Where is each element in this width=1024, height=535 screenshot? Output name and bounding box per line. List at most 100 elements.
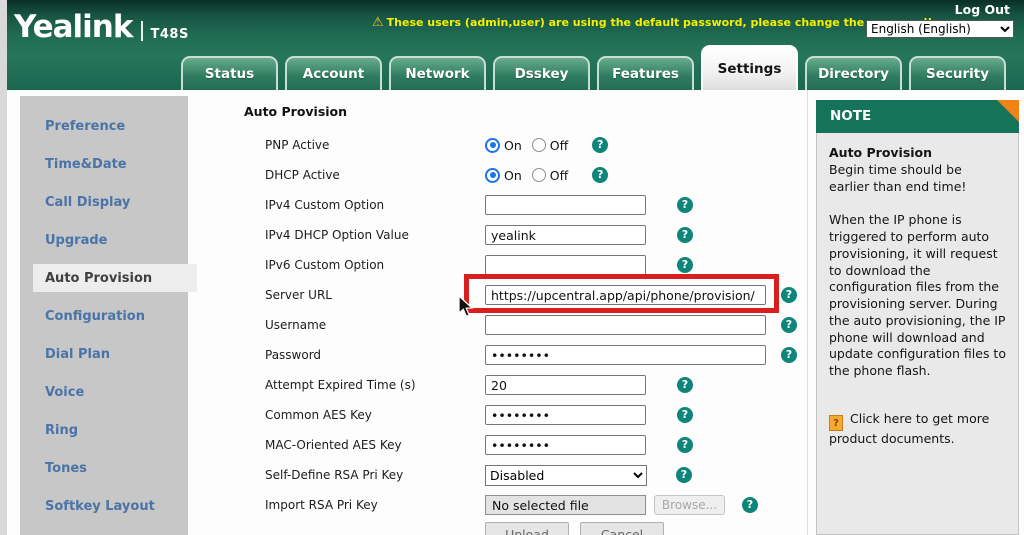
tab-settings[interactable]: Settings: [701, 45, 798, 90]
form-row-ipv6-custom-option: IPv6 Custom Option ?: [188, 250, 816, 280]
tab-dsskey[interactable]: Dsskey: [493, 56, 590, 90]
tab-security[interactable]: Security: [909, 56, 1006, 90]
document-help-icon[interactable]: ?: [829, 414, 843, 431]
dhcp-active-off-radio[interactable]: Off: [531, 168, 578, 183]
ipv4-custom-option-input[interactable]: [485, 195, 646, 215]
help-icon[interactable]: ?: [781, 287, 797, 303]
content-note-divider: [807, 90, 808, 535]
username-input[interactable]: [485, 315, 766, 335]
page-left-margin: [0, 0, 7, 535]
note-paragraph: When the IP phone is triggered to perfor…: [829, 212, 1006, 378]
field-label: Common AES Key: [265, 408, 372, 422]
sidebar-item-preference[interactable]: Preference: [20, 107, 188, 145]
form-row-self-define-rsa-pri-key: Self-Define RSA Pri Key Disabled ?: [188, 460, 816, 490]
logo: Yealink T48S: [14, 12, 189, 43]
common-aes-key-input[interactable]: [485, 405, 646, 425]
help-icon[interactable]: ?: [677, 407, 693, 423]
warning-text: These users (admin,user) are using the d…: [386, 16, 933, 29]
radio-selected-icon: [485, 137, 500, 153]
tab-account[interactable]: Account: [285, 56, 382, 90]
radio-selected-icon: [485, 167, 500, 183]
sidebar-item-time-date[interactable]: Time&Date: [20, 145, 188, 183]
language-select[interactable]: English (English): [866, 20, 1014, 38]
radio-label: Off: [549, 137, 569, 153]
radio-icon: [531, 168, 546, 182]
cancel-button[interactable]: Cancel: [580, 522, 664, 535]
field-label: Attempt Expired Time (s): [265, 378, 416, 392]
form-row-dhcp-active: DHCP Active On Off ?: [188, 160, 816, 190]
logout-link[interactable]: Log Out: [955, 2, 1010, 17]
radio-icon: [531, 138, 546, 152]
sidebar-item-softkey-layout[interactable]: Softkey Layout: [20, 487, 188, 525]
sidebar-item-voice[interactable]: Voice: [20, 373, 188, 411]
browse-button[interactable]: Browse...: [654, 495, 725, 515]
field-label: Import RSA Pri Key: [265, 498, 378, 512]
field-label: MAC-Oriented AES Key: [265, 438, 402, 452]
help-icon[interactable]: ?: [677, 257, 693, 273]
help-icon[interactable]: ?: [677, 377, 693, 393]
upload-button[interactable]: Upload: [485, 522, 569, 535]
import-rsa-file-field[interactable]: No selected file: [485, 495, 646, 515]
tab-network[interactable]: Network: [389, 56, 486, 90]
help-icon[interactable]: ?: [677, 227, 693, 243]
help-icon[interactable]: ?: [677, 437, 693, 453]
field-label: PNP Active: [265, 138, 330, 152]
help-icon[interactable]: ?: [592, 167, 609, 183]
note-panel: NOTE Auto Provision Begin time should be…: [816, 100, 1019, 535]
sidebar-item-call-display[interactable]: Call Display: [20, 183, 188, 221]
sidebar-item-tones[interactable]: Tones: [20, 449, 188, 487]
form-row-pnp-active: PNP Active On Off ?: [188, 130, 816, 160]
model-name: T48S: [150, 27, 189, 42]
help-icon[interactable]: ?: [592, 137, 609, 153]
radio-label: On: [504, 167, 522, 183]
form-row-ipv4-custom-option: IPv4 Custom Option ?: [188, 190, 816, 220]
field-label: IPv6 Custom Option: [265, 258, 385, 272]
help-icon[interactable]: ?: [781, 317, 797, 333]
radio-label: On: [504, 137, 522, 153]
help-icon[interactable]: ?: [677, 197, 693, 213]
help-icon[interactable]: ?: [742, 497, 758, 513]
sidebar-item-upgrade[interactable]: Upgrade: [20, 221, 188, 259]
form-row-common-aes-key: Common AES Key ?: [188, 400, 816, 430]
sidebar-item-ring[interactable]: Ring: [20, 411, 188, 449]
form-row-username: Username ?: [188, 310, 816, 340]
dhcp-active-on-radio[interactable]: On: [485, 167, 532, 183]
default-password-warning: ⚠ These users (admin,user) are using the…: [372, 16, 932, 29]
sidebar-item-auto-provision[interactable]: Auto Provision: [33, 264, 197, 292]
password-input[interactable]: [485, 345, 766, 365]
attempt-expired-time-input[interactable]: [485, 375, 646, 395]
sidebar-item-configuration[interactable]: Configuration: [20, 297, 188, 335]
pnp-active-on-radio[interactable]: On: [485, 137, 532, 153]
tab-features[interactable]: Features: [597, 56, 694, 90]
self-define-rsa-select[interactable]: Disabled: [485, 464, 647, 486]
field-label: Username: [265, 318, 327, 332]
server-url-input[interactable]: [485, 285, 766, 305]
note-heading: Auto Provision: [829, 145, 933, 160]
mac-oriented-aes-key-input[interactable]: [485, 435, 646, 455]
brand-name: Yealink: [14, 9, 133, 45]
help-icon[interactable]: ?: [676, 467, 692, 483]
docs-link-text[interactable]: Click here to get more product documents…: [829, 411, 989, 446]
tab-directory[interactable]: Directory: [805, 56, 902, 90]
ipv4-dhcp-option-value-input[interactable]: [485, 225, 646, 245]
tab-status[interactable]: Status: [181, 56, 278, 90]
note-title: NOTE: [830, 108, 872, 124]
ipv6-custom-option-input[interactable]: [485, 255, 646, 275]
field-label: IPv4 DHCP Option Value: [265, 228, 409, 242]
logo-divider: [141, 21, 144, 41]
sidebar: Preference Time&Date Call Display Upgrad…: [20, 96, 197, 535]
help-icon[interactable]: ?: [781, 347, 797, 363]
sidebar-item-dial-plan[interactable]: Dial Plan: [20, 335, 188, 373]
form-row-password: Password ?: [188, 340, 816, 370]
nav-tabs: Status Account Network Dsskey Features S…: [181, 45, 1006, 90]
field-label: DHCP Active: [265, 168, 340, 182]
form-section-title: Auto Provision: [244, 104, 348, 119]
form-row-ipv4-dhcp-option-value: IPv4 DHCP Option Value ?: [188, 220, 816, 250]
note-line: Begin time should be earlier than end ti…: [829, 161, 967, 194]
form-buttons: Upload Cancel: [485, 522, 664, 535]
field-label: Password: [265, 348, 322, 362]
field-label: IPv4 Custom Option: [265, 198, 385, 212]
field-label: Server URL: [265, 288, 332, 302]
pnp-active-off-radio[interactable]: Off: [531, 137, 578, 153]
form-rows: PNP Active On Off ? DHCP Active On Off ?…: [188, 130, 816, 520]
